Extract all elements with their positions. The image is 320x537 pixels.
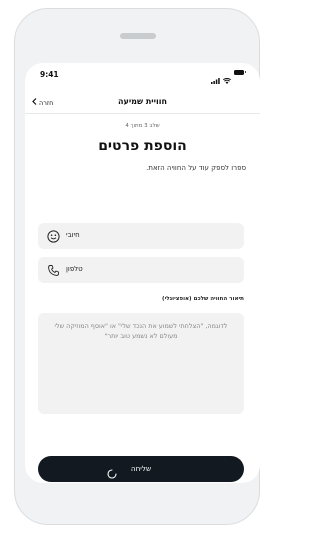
description-placeholder: לדוגמה, "הצלחתי לשמוע את הנכד שלי" או "א… (54, 322, 228, 340)
step-indicator: שלב 3 מתוך 4 (125, 123, 160, 129)
field-context-label: טלפון (66, 265, 83, 273)
nav-bar: חזרה חוויית שמיעה (25, 93, 260, 113)
battery-icon (234, 69, 246, 75)
submit-button[interactable]: שליחה (38, 456, 244, 482)
status-icons (211, 69, 246, 84)
page-title: חוויית שמיעה (118, 97, 167, 106)
phone-speaker (120, 33, 156, 39)
smiley-icon (46, 229, 60, 243)
field-context[interactable]: טלפון (38, 257, 244, 283)
description-textarea[interactable]: לדוגמה, "הצלחתי לשמוע את הנכד שלי" או "א… (38, 313, 244, 414)
submit-label: שליחה (130, 464, 152, 473)
app-screen: 9:41 חזרה חוויית שמיעה שלב 3 מתוך 4 הוספ… (25, 63, 260, 483)
screen-background: 9:41 חזרה חוויית שמיעה שלב 3 מתוך 4 הוספ… (0, 0, 273, 537)
subtitle: ספרו לספק עוד על החוויה הזאת. (146, 164, 246, 172)
nav-divider (25, 113, 260, 114)
description-label: תיאור החוויה שלכם (אופציונלי) (162, 296, 244, 302)
phone-icon (46, 263, 60, 277)
field-sentiment-label: חיובי (66, 231, 80, 239)
signal-icon (211, 69, 220, 84)
heading: הוספת פרטים (98, 138, 187, 154)
field-sentiment[interactable]: חיובי (38, 223, 244, 249)
status-time: 9:41 (40, 70, 59, 79)
wifi-icon (222, 69, 232, 84)
